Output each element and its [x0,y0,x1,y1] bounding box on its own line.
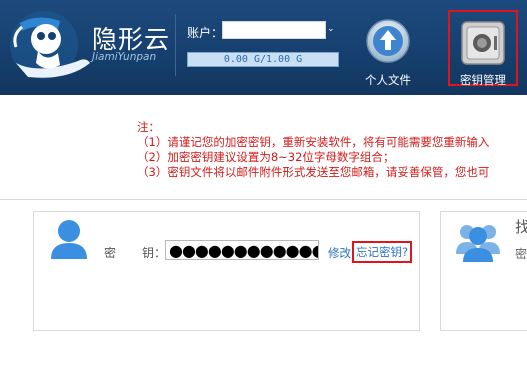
account-label: 账户： [187,26,224,40]
user-group-icon [456,225,500,262]
modify-key-link[interactable]: 修改 [328,245,351,261]
app-header: 隐形云 JiamiYunpan 账户： ⌄ 0.00 G/1.00 G 个人文件 [0,0,527,95]
find-key-panel: 找 密 [440,211,527,331]
note-item: （2）加密密钥建议设置为8~32位字母数字组合； [137,150,395,164]
nav-personal-files-label: 个人文件 [365,73,411,87]
notes-block: 注： （1）请谨记您的加密密钥，重新安装软件，将有可能需要您重新输入 （2）加密… [137,120,489,180]
safe-icon [461,21,505,65]
key-panel: 密钥： ●●●●●●●●●●●●● 修改 忘记密钥? [33,211,420,331]
logo-icon [10,11,90,79]
user-avatar-icon [51,220,87,259]
key-label: 密钥： [104,246,167,260]
account-field[interactable] [222,21,326,39]
note-item: （3）密钥文件将以邮件附件形式发送至您邮箱，请妥善保管，您也可 [137,165,490,179]
nav-key-management-label: 密钥管理 [460,73,506,87]
upload-arrow-icon [366,19,410,63]
section-divider [0,199,527,200]
chevron-down-icon[interactable]: ⌄ [327,24,335,34]
header-divider [175,14,176,76]
key-password-field[interactable]: ●●●●●●●●●●●●● [165,240,319,260]
nav-personal-files[interactable]: 个人文件 [352,8,424,88]
brand-name-latin: JiamiYunpan [92,51,157,63]
forgot-key-link[interactable]: 忘记密钥? [352,241,413,263]
find-key-label: 密 [515,247,527,261]
note-item: （1）请谨记您的加密密钥，重新安装软件，将有可能需要您重新输入 [137,135,490,149]
storage-quota: 0.00 G/1.00 G [187,52,339,67]
notes-title: 注： [137,120,160,134]
nav-key-management[interactable]: 密钥管理 [448,10,518,87]
find-key-title: 找 [515,218,527,236]
